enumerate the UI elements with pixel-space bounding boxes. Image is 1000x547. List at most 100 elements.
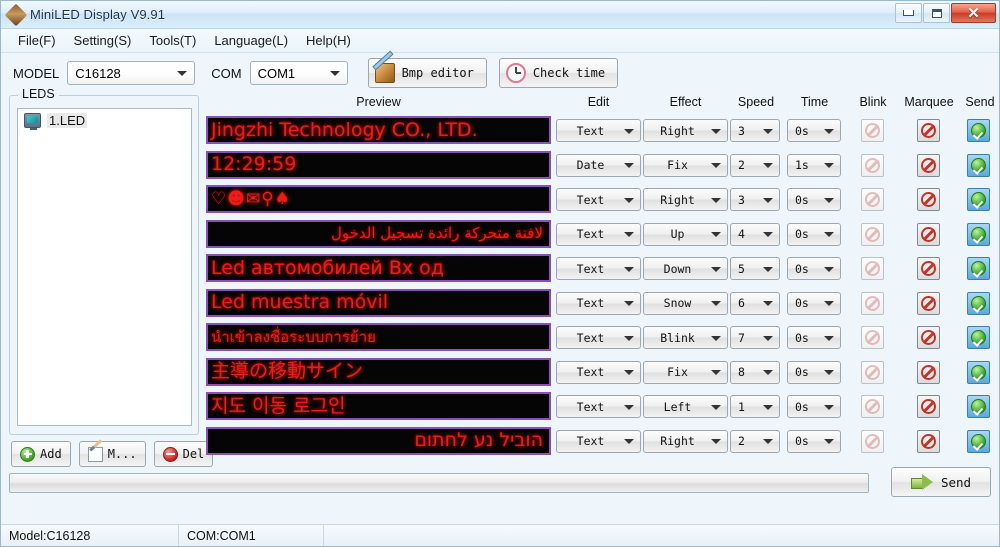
preview-display[interactable]: 主導の移動サイン <box>206 357 551 386</box>
menu-help[interactable]: Help(H) <box>297 30 360 51</box>
time-select[interactable]: 0s <box>787 222 841 246</box>
effect-select[interactable]: Right <box>643 188 728 211</box>
speed-select[interactable]: 3 <box>730 188 780 211</box>
no-marquee-icon <box>921 226 936 242</box>
marquee-toggle[interactable] <box>917 291 940 315</box>
time-select[interactable]: 0s <box>787 119 841 142</box>
chevron-down-icon <box>624 404 634 410</box>
speed-select[interactable]: 7 <box>730 326 780 349</box>
send-toggle[interactable] <box>967 119 990 142</box>
time-select[interactable]: 0s <box>787 360 841 384</box>
blink-toggle[interactable] <box>861 291 884 315</box>
send-toggle[interactable] <box>967 395 990 418</box>
send-toggle[interactable] <box>967 222 990 246</box>
blink-toggle[interactable] <box>861 188 884 211</box>
effect-select[interactable]: Right <box>643 119 728 142</box>
send-toggle[interactable] <box>967 291 990 315</box>
time-select[interactable]: 0s <box>787 291 841 315</box>
preview-display[interactable]: Led muestra móvil <box>206 288 551 317</box>
preview-display[interactable]: Jingzhi Technology CO., LTD. <box>206 116 551 144</box>
minimize-button[interactable] <box>895 3 922 23</box>
com-select[interactable]: COM1 <box>249 61 348 85</box>
leds-list[interactable]: 1.LED <box>17 108 192 426</box>
marquee-toggle[interactable] <box>917 257 940 280</box>
speed-select[interactable]: 2 <box>730 153 780 177</box>
time-select[interactable]: 0s <box>787 188 841 211</box>
send-toggle[interactable] <box>967 188 990 211</box>
add-led-button[interactable]: Add <box>11 441 71 467</box>
preview-display[interactable]: 12:29:59 <box>206 150 551 179</box>
menu-file[interactable]: File(F) <box>9 30 65 51</box>
menu-language[interactable]: Language(L) <box>205 30 297 51</box>
preview-display[interactable]: لافتة متحركة رائدة تسجيل الدخول <box>206 219 551 248</box>
blink-toggle[interactable] <box>861 360 884 384</box>
maximize-button[interactable] <box>923 3 950 23</box>
marquee-toggle[interactable] <box>917 153 940 177</box>
effect-select[interactable]: Snow <box>643 291 728 315</box>
marquee-toggle[interactable] <box>917 222 940 246</box>
check-time-button[interactable]: Check time <box>498 58 619 88</box>
preview-display[interactable]: ♡☻✉⚲♠ <box>206 185 551 213</box>
marquee-toggle[interactable] <box>917 395 940 418</box>
time-select[interactable]: 1s <box>787 153 841 177</box>
marquee-toggle[interactable] <box>917 326 940 349</box>
effect-select[interactable]: Fix <box>643 153 728 177</box>
speed-select[interactable]: 3 <box>730 119 780 142</box>
send-toggle[interactable] <box>967 326 990 349</box>
edit-select[interactable]: Date <box>556 153 641 177</box>
preview-display[interactable]: Led автомобилей Bx од <box>206 254 551 282</box>
speed-select[interactable]: 8 <box>730 360 780 384</box>
send-all-button[interactable]: Send <box>891 467 991 497</box>
blink-toggle[interactable] <box>861 119 884 142</box>
time-select[interactable]: 0s <box>787 257 841 280</box>
edit-select[interactable]: Text <box>556 326 641 349</box>
blink-toggle[interactable] <box>861 395 884 418</box>
speed-select[interactable]: 5 <box>730 257 780 280</box>
speed-select[interactable]: 1 <box>730 395 780 418</box>
menu-tools[interactable]: Tools(T) <box>140 30 205 51</box>
edit-select[interactable]: Text <box>556 291 641 315</box>
modify-led-button[interactable]: M... <box>78 441 146 467</box>
bmp-editor-button[interactable]: Bmp editor <box>367 58 487 88</box>
send-toggle[interactable] <box>967 257 990 280</box>
edit-select[interactable]: Text <box>556 395 641 418</box>
preview-display[interactable]: นำเข้าลงชื่อระบบการย้าย <box>206 323 551 351</box>
send-toggle[interactable] <box>967 153 990 177</box>
effect-select[interactable]: Left <box>643 395 728 418</box>
effect-select[interactable]: Blink <box>643 326 728 349</box>
speed-select[interactable]: 6 <box>730 291 780 315</box>
edit-select[interactable]: Text <box>556 222 641 246</box>
send-toggle[interactable] <box>967 429 990 453</box>
time-select[interactable]: 0s <box>787 395 841 418</box>
edit-select[interactable]: Text <box>556 119 641 142</box>
marquee-toggle[interactable] <box>917 119 940 142</box>
edit-select[interactable]: Text <box>556 360 641 384</box>
time-value: 0s <box>795 261 809 276</box>
preview-display[interactable]: 지도 이동 로그인 <box>206 392 551 420</box>
effect-select[interactable]: Right <box>643 429 728 453</box>
blink-toggle[interactable] <box>861 257 884 280</box>
blink-toggle[interactable] <box>861 429 884 453</box>
send-toggle[interactable] <box>967 360 990 384</box>
effect-select[interactable]: Up <box>643 222 728 246</box>
close-button[interactable]: ✕ <box>951 3 996 23</box>
marquee-toggle[interactable] <box>917 429 940 453</box>
edit-select[interactable]: Text <box>556 429 641 453</box>
speed-select[interactable]: 2 <box>730 429 780 453</box>
blink-toggle[interactable] <box>861 222 884 246</box>
list-item[interactable]: 1.LED <box>18 109 191 132</box>
time-select[interactable]: 0s <box>787 326 841 349</box>
preview-display[interactable]: הוביל נע לחתום <box>206 426 551 455</box>
effect-select[interactable]: Fix <box>643 360 728 384</box>
blink-toggle[interactable] <box>861 326 884 349</box>
edit-select[interactable]: Text <box>556 257 641 280</box>
model-select[interactable]: C16128 <box>67 61 196 85</box>
effect-select[interactable]: Down <box>643 257 728 280</box>
edit-select[interactable]: Text <box>556 188 641 211</box>
speed-select[interactable]: 4 <box>730 222 780 246</box>
menu-setting[interactable]: Setting(S) <box>65 30 141 51</box>
time-select[interactable]: 0s <box>787 429 841 453</box>
blink-toggle[interactable] <box>861 153 884 177</box>
marquee-toggle[interactable] <box>917 188 940 211</box>
marquee-toggle[interactable] <box>917 360 940 384</box>
